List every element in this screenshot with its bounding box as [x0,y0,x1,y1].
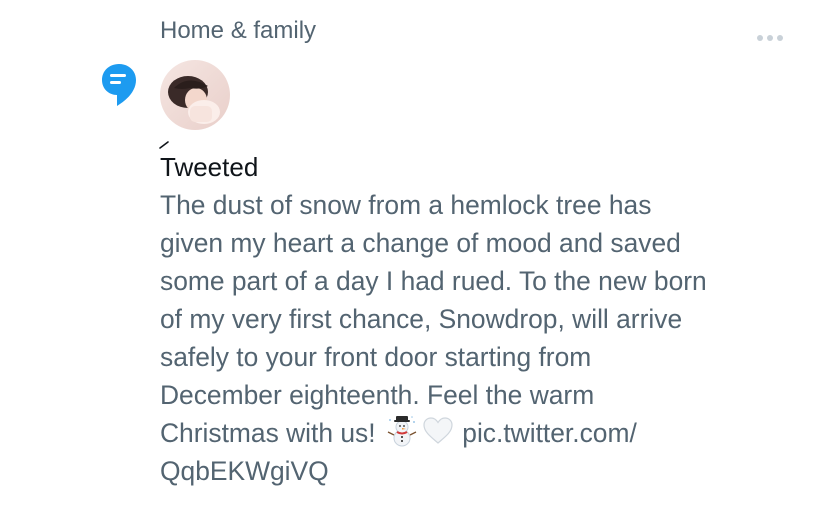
more-options-icon[interactable] [750,26,790,50]
avatar-image [160,60,230,130]
tweet-line: some part of a day I had rued. To the ne… [160,266,707,296]
tweet-line: safely to your front door starting from [160,342,592,372]
tweet-line-text: Christmas with us! [160,418,376,448]
topic-speech-bubble-icon [102,64,136,106]
tweet-line: given my heart a change of mood and save… [160,228,681,258]
tweeted-label: Tweeted [160,152,259,182]
avatar[interactable] [160,60,230,130]
tweet-line-link: QqbEKWgiVQ [160,452,820,490]
pic-link-part1[interactable]: pic.twitter.com/ [462,418,637,448]
tweet-line: of my very first chance, Snowdrop, will … [160,304,683,334]
snowman-icon [387,416,417,447]
tweet-text[interactable]: The dust of snow from a hemlock tree has… [160,186,820,490]
tweet-line-last: Christmas with us! pic.twitter.com/ [160,414,820,452]
accent-mark [159,141,169,149]
topic-label[interactable]: Home & family [160,16,316,46]
tweet-line: The dust of snow from a hemlock tree has [160,190,652,220]
pic-link-part2[interactable]: QqbEKWgiVQ [160,456,329,486]
white-heart-icon [423,417,453,444]
tweet-line: December eighteenth. Feel the warm [160,380,595,410]
